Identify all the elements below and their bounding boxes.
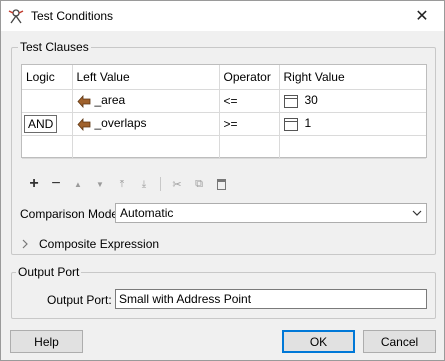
close-icon: ✕	[415, 8, 429, 25]
operator-value: <=	[223, 93, 238, 108]
move-bottom-icon: ⤓	[141, 178, 147, 190]
plus-icon: +	[29, 175, 39, 192]
column-header-left-value[interactable]: Left Value	[72, 65, 220, 90]
chevron-down-icon	[412, 210, 422, 216]
composite-expression-label: Composite Expression	[39, 237, 160, 251]
column-header-right-value[interactable]: Right Value	[279, 65, 426, 90]
test-conditions-dialog: Test Conditions ✕ Test Clauses Logic Lef…	[0, 0, 445, 361]
scissors-icon: ✂	[172, 178, 182, 191]
clauses-toolbar: + − ▲ ▼ ⤒ ⤓ ✂ ⧉	[23, 175, 232, 192]
left-value-cell[interactable]	[72, 135, 220, 159]
minus-icon: −	[51, 175, 61, 192]
right-value-cell[interactable]	[279, 135, 426, 159]
cut-button[interactable]: ✂	[166, 176, 188, 192]
help-button-label: Help	[34, 334, 59, 349]
left-value: _area	[94, 93, 126, 108]
column-header-operator[interactable]: Operator	[219, 65, 280, 90]
move-up-button[interactable]: ▲	[67, 176, 89, 192]
logic-cell[interactable]	[22, 89, 73, 113]
constant-value-icon	[283, 94, 298, 108]
paste-button[interactable]	[210, 176, 232, 192]
right-value: 30	[304, 93, 318, 108]
output-port-input[interactable]: Small with Address Point	[115, 289, 427, 309]
move-to-top-button[interactable]: ⤒	[111, 176, 133, 192]
right-value: 1	[304, 116, 312, 131]
left-value-cell[interactable]: _area	[72, 89, 220, 113]
ok-button[interactable]: OK	[282, 330, 355, 353]
logic-cell[interactable]: AND	[22, 112, 73, 136]
copy-button[interactable]: ⧉	[188, 176, 210, 192]
comparison-mode-label: Comparison Mode:	[20, 207, 122, 221]
clipboard-icon	[216, 178, 226, 190]
clauses-table: Logic Left Value Operator Right Value _a…	[21, 64, 427, 159]
attribute-icon	[76, 94, 90, 108]
logic-cell[interactable]	[22, 135, 73, 159]
left-value-cell[interactable]: _overlaps	[72, 112, 220, 136]
right-value-cell[interactable]: 1	[279, 112, 426, 136]
comparison-mode-value: Automatic	[120, 206, 174, 220]
attribute-icon	[76, 117, 90, 131]
cancel-button[interactable]: Cancel	[363, 330, 436, 353]
test-clauses-title: Test Clauses	[18, 40, 91, 54]
copy-icon: ⧉	[195, 177, 203, 190]
arrow-down-icon: ▼	[96, 179, 104, 189]
operator-cell[interactable]: >=	[219, 112, 280, 136]
toolbar-divider	[160, 177, 161, 191]
remove-clause-button[interactable]: −	[45, 175, 67, 192]
tester-icon	[8, 9, 24, 24]
operator-cell[interactable]	[219, 135, 280, 159]
left-value: _overlaps	[94, 116, 147, 131]
composite-expression-expander[interactable]: Composite Expression	[21, 237, 159, 251]
output-port-value: Small with Address Point	[119, 292, 252, 306]
comparison-mode-dropdown[interactable]: Automatic	[115, 203, 427, 223]
logic-value: AND	[24, 114, 58, 133]
help-button[interactable]: Help	[10, 330, 83, 353]
close-button[interactable]: ✕	[400, 1, 444, 31]
table-row[interactable]	[22, 135, 426, 159]
table-row[interactable]: _area <= 30	[22, 89, 426, 113]
move-top-icon: ⤒	[119, 178, 125, 190]
table-row[interactable]: AND _overlaps >= 1	[22, 112, 426, 136]
table-header-row: Logic Left Value Operator Right Value	[22, 65, 426, 90]
title-bar: Test Conditions ✕	[1, 1, 444, 31]
arrow-up-icon: ▲	[74, 179, 82, 189]
column-header-logic[interactable]: Logic	[22, 65, 73, 90]
move-to-bottom-button[interactable]: ⤓	[133, 176, 155, 192]
output-port-label: Output Port:	[47, 293, 112, 307]
chevron-right-icon	[22, 239, 28, 249]
window-title: Test Conditions	[31, 9, 114, 23]
ok-button-label: OK	[309, 334, 328, 349]
operator-value: >=	[223, 116, 238, 131]
output-port-title: Output Port	[16, 265, 82, 279]
constant-value-icon	[283, 117, 298, 131]
operator-cell[interactable]: <=	[219, 89, 280, 113]
add-clause-button[interactable]: +	[23, 175, 45, 192]
move-down-button[interactable]: ▼	[89, 176, 111, 192]
cancel-button-label: Cancel	[380, 334, 419, 349]
right-value-cell[interactable]: 30	[279, 89, 426, 113]
